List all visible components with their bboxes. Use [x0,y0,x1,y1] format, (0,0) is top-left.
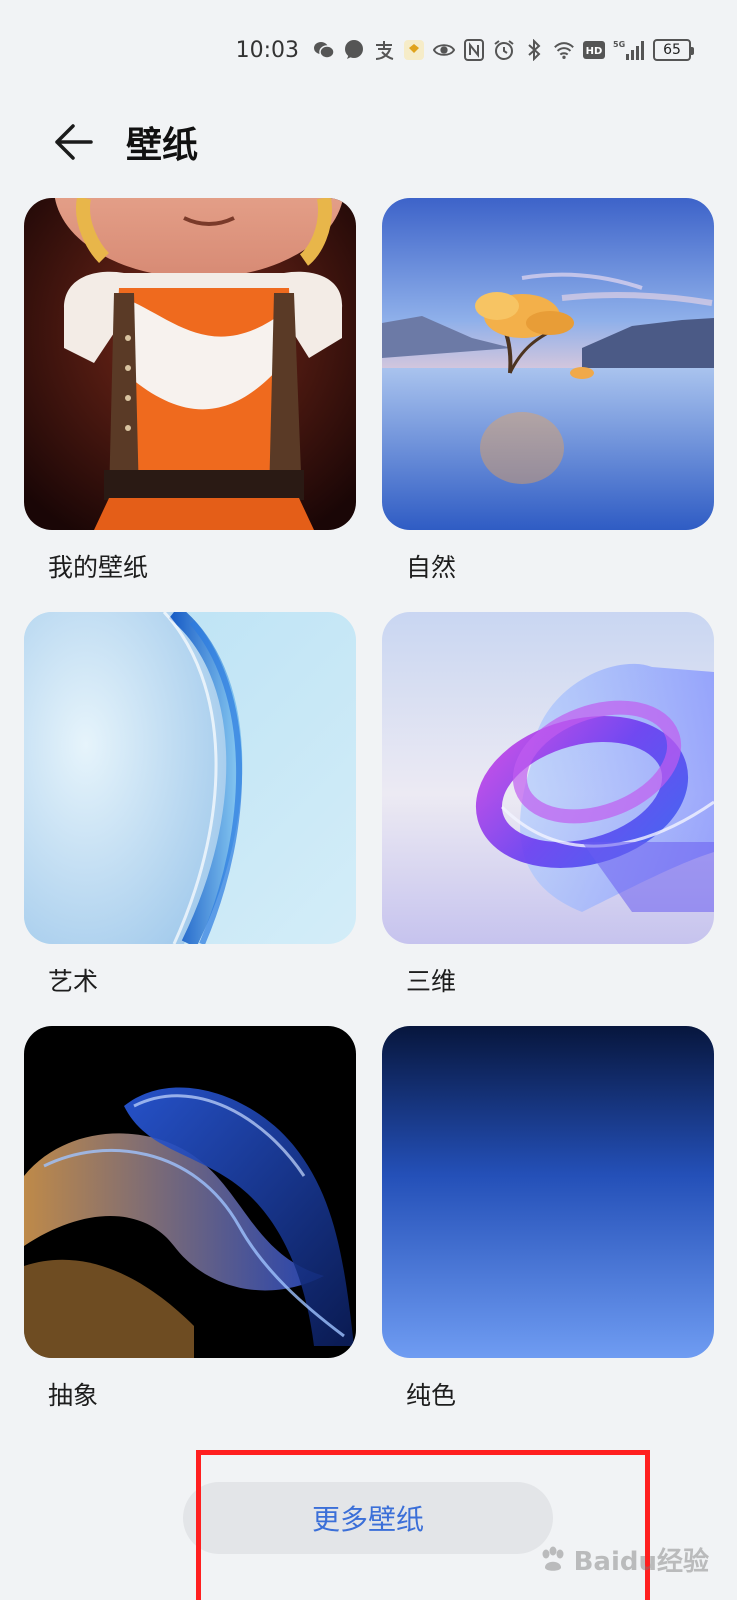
status-time: 10:03 [235,37,299,63]
wechat-icon [313,39,335,61]
svg-text:5G: 5G [613,40,625,49]
nfc-icon [463,39,485,61]
battery-level: 65 [663,42,681,58]
chat-bubble-icon [343,39,365,61]
signal-5g-icon: 5G [613,39,645,61]
back-arrow-icon [55,124,93,160]
category-card-3d[interactable]: 三维 [382,612,714,996]
category-thumbnail-abstract [24,1026,356,1358]
bluetooth-icon [523,39,545,61]
back-button[interactable] [38,107,108,177]
app-badge-icon [403,39,425,61]
wallpaper-category-grid: 我的壁纸 自然 艺术 三维 抽象 纯色 [24,198,714,1410]
hd-icon: HD [583,39,605,61]
status-bar: 10:03 HD 5G 65 [0,0,737,100]
category-card-my-wallpapers[interactable]: 我的壁纸 [24,198,356,582]
category-label: 纯色 [406,1381,457,1410]
category-label: 抽象 [48,1381,99,1410]
alipay-icon [373,39,395,61]
paw-icon [542,1546,564,1571]
battery-icon: 65 [653,39,694,61]
category-card-art[interactable]: 艺术 [24,612,356,996]
category-thumbnail-art [24,612,356,944]
category-label: 我的壁纸 [48,553,149,582]
category-thumbnail-nature [382,198,714,530]
wifi-icon [553,39,575,61]
svg-text:HD: HD [586,46,603,57]
category-card-abstract[interactable]: 抽象 [24,1026,356,1410]
alarm-icon [493,39,515,61]
category-thumbnail-my-wallpapers [24,198,356,530]
watermark-text: Baidu经验 [573,1547,709,1577]
category-thumbnail-3d [382,612,714,944]
category-label: 艺术 [48,967,99,996]
category-card-nature[interactable]: 自然 [382,198,714,582]
watermark: Baidu经验 [538,1541,709,1578]
category-label: 自然 [406,553,457,582]
page-title: 壁纸 [126,125,199,166]
eye-icon [433,39,455,61]
category-label: 三维 [406,967,457,996]
category-thumbnail-solid-color [382,1026,714,1358]
title-bar: 壁纸 [0,100,737,184]
category-card-solid-color[interactable]: 纯色 [382,1026,714,1410]
